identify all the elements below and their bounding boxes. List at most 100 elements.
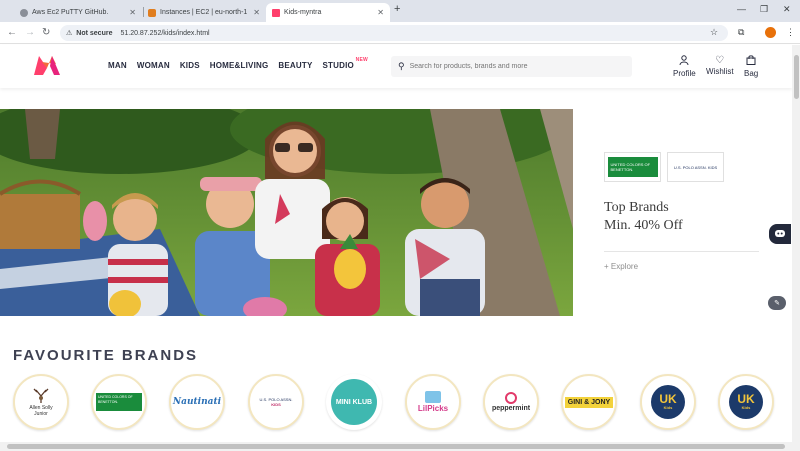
peppermint-logo: peppermint: [492, 392, 530, 412]
favourite-brands-title: FAVOURITE BRANDS: [13, 347, 199, 364]
us-polo-logo-box[interactable]: U.S. POLO ASSN. KIDS: [667, 152, 724, 182]
address-bar: ← → ↻ ⚠ Not secure 51.20.87.252/kids/ind…: [0, 22, 800, 44]
us-polo-logo: U.S. POLO ASSN. KIDS: [260, 397, 293, 407]
new-tab-button[interactable]: +: [394, 3, 400, 15]
magic-wand-icon[interactable]: ✎: [768, 296, 786, 310]
url-omnibox[interactable]: ⚠ Not secure 51.20.87.252/kids/index.htm…: [60, 25, 728, 41]
myntra-logo[interactable]: [32, 54, 62, 81]
brand-peppermint[interactable]: peppermint: [483, 374, 539, 430]
tab-aws-putty[interactable]: Aws Ec2 PuTTY GitHub. ✕: [14, 3, 142, 22]
nav-studio-label: STUDIO: [322, 61, 354, 70]
profile-avatar[interactable]: [765, 27, 776, 38]
uk-kids-logo: UK Kids: [729, 385, 763, 419]
uk-kids-logo: UK Kids: [651, 385, 685, 419]
tab-title: Instances | EC2 | eu-north-1: [160, 9, 248, 16]
chat-icon: [775, 230, 785, 237]
banner-side-panel: UNITED COLORS OF BENETTON. U.S. POLO ASS…: [573, 109, 792, 316]
allen-solly-logo: Allen Solly Junior: [29, 387, 53, 417]
horizontal-scroll-thumb[interactable]: [7, 444, 785, 449]
tab-title: Aws Ec2 PuTTY GitHub.: [32, 9, 109, 16]
benetton-logo: UNITED COLORS OF BENETTON.: [607, 157, 658, 177]
profile-label: Profile: [673, 69, 696, 78]
nav-kids[interactable]: KIDS: [180, 61, 200, 70]
nautinati-logo: Nautinati: [172, 397, 222, 407]
lilpicks-logo: LilPicks: [418, 391, 448, 413]
close-tab-icon[interactable]: ✕: [377, 8, 384, 17]
brand-gini-jony[interactable]: GINI & JONY: [561, 374, 617, 430]
back-icon[interactable]: ←: [7, 27, 17, 38]
mini-klub-logo: MINI KLUB: [331, 379, 377, 425]
hero-banner-image[interactable]: [0, 109, 573, 316]
new-badge: NEW: [355, 57, 368, 63]
search-box[interactable]: ⚲: [391, 56, 632, 77]
security-label[interactable]: Not secure: [76, 30, 112, 37]
gini-jony-logo: GINI & JONY: [564, 396, 614, 408]
bag-button[interactable]: Bag: [744, 55, 758, 78]
globe-icon: [20, 8, 28, 17]
brand-name: LilPicks: [417, 404, 449, 413]
extensions-icon[interactable]: ⧉: [738, 27, 744, 38]
vertical-scrollbar[interactable]: [792, 45, 800, 442]
main-nav: MAN WOMAN KIDS HOME&LIVING BEAUTY STUDIO…: [108, 57, 374, 70]
close-tab-icon[interactable]: ✕: [129, 8, 136, 17]
nav-man[interactable]: MAN: [108, 61, 127, 70]
banner-headline: Top Brands Min. 40% Off: [604, 199, 683, 235]
search-input[interactable]: [409, 63, 610, 70]
wishlist-label: Wishlist: [706, 67, 734, 76]
benetton-logo: UNITED COLORS OF BENETTON.: [96, 393, 142, 411]
brand-uk-kids-2[interactable]: UK Kids: [718, 374, 774, 430]
user-icon: [679, 55, 689, 68]
myntra-icon: [272, 8, 280, 17]
gift-icon: [425, 391, 441, 403]
reload-icon[interactable]: ↻: [42, 27, 50, 38]
maximize-icon[interactable]: ❐: [760, 4, 768, 15]
banner-headline-line1: Top Brands: [604, 200, 669, 215]
brand-sub: KIDS: [271, 402, 281, 407]
brand-uk-kids-1[interactable]: UK Kids: [640, 374, 696, 430]
bag-icon: [746, 55, 756, 68]
wishlist-button[interactable]: ♡ Wishlist: [706, 55, 734, 76]
deer-icon: [33, 388, 49, 403]
brand-mini-klub[interactable]: MINI KLUB: [326, 374, 382, 430]
profile-button[interactable]: Profile: [673, 55, 696, 78]
minimize-icon[interactable]: —: [737, 4, 746, 14]
close-tab-icon[interactable]: ✕: [253, 8, 260, 17]
close-window-icon[interactable]: ✕: [783, 4, 791, 15]
site-header: MAN WOMAN KIDS HOME&LIVING BEAUTY STUDIO…: [0, 45, 792, 88]
bag-label: Bag: [744, 69, 759, 78]
brand-allen-solly[interactable]: Allen Solly Junior: [13, 374, 69, 430]
nav-beauty[interactable]: BEAUTY: [278, 61, 312, 70]
vertical-scroll-thumb[interactable]: [794, 55, 799, 99]
explore-link[interactable]: + Explore: [604, 262, 638, 271]
warning-icon[interactable]: ⚠: [66, 29, 72, 37]
brand-benetton[interactable]: UNITED COLORS OF BENETTON.: [91, 374, 147, 430]
brand-name: UK: [737, 392, 755, 406]
heart-icon: ♡: [715, 55, 725, 66]
chat-widget-button[interactable]: [769, 224, 791, 244]
us-polo-logo: U.S. POLO ASSN. KIDS: [673, 164, 718, 170]
brand-name: UK: [659, 392, 677, 406]
brand-name: peppermint: [491, 405, 531, 412]
url-text[interactable]: 51.20.87.252/kids/index.html: [120, 30, 209, 37]
benetton-logo-box[interactable]: UNITED COLORS OF BENETTON.: [604, 152, 661, 182]
browser-tab-bar: Aws Ec2 PuTTY GitHub. ✕ Instances | EC2 …: [0, 0, 800, 22]
aws-icon: [148, 8, 156, 17]
brand-sub: Junior: [34, 411, 48, 417]
divider: [604, 251, 759, 252]
nav-studio[interactable]: STUDIO NEW: [322, 57, 368, 70]
menu-dots-icon[interactable]: ⋮: [786, 27, 795, 38]
banner-headline-line2: Min. 40% Off: [604, 218, 683, 233]
tab-title: Kids-myntra: [284, 9, 322, 16]
swirl-icon: [505, 392, 517, 404]
tab-ec2-instances[interactable]: Instances | EC2 | eu-north-1 ✕: [142, 3, 266, 22]
search-icon[interactable]: ⚲: [398, 61, 405, 72]
brand-sub: Kids: [741, 405, 751, 410]
brand-us-polo[interactable]: U.S. POLO ASSN. KIDS: [248, 374, 304, 430]
bookmark-star-icon[interactable]: ☆: [710, 27, 718, 38]
brand-lilpicks[interactable]: LilPicks: [405, 374, 461, 430]
nav-woman[interactable]: WOMAN: [137, 61, 170, 70]
nav-home-living[interactable]: HOME&LIVING: [210, 61, 269, 70]
forward-icon[interactable]: →: [25, 27, 35, 38]
brand-nautinati[interactable]: Nautinati: [169, 374, 225, 430]
tab-kids-myntra[interactable]: Kids-myntra ✕: [266, 3, 390, 22]
